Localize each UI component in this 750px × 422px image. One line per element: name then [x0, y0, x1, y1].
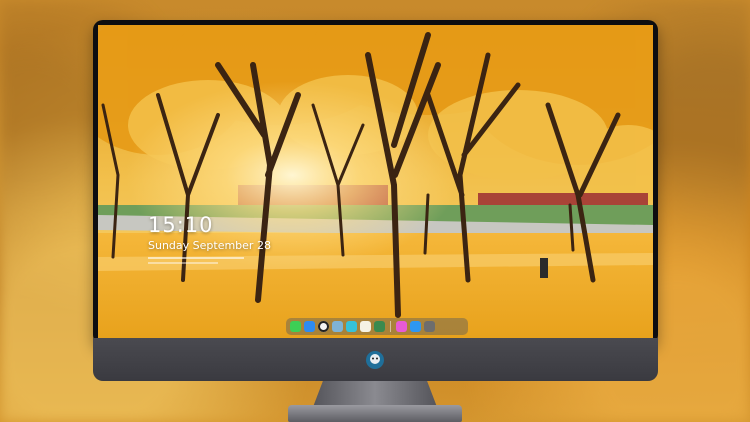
- preview-icon[interactable]: [332, 321, 343, 332]
- monitor-stand-neck: [313, 381, 437, 407]
- monitor-stand-base: [288, 405, 462, 422]
- clock-icon[interactable]: [318, 321, 329, 332]
- clapperboard-icon[interactable]: [346, 321, 357, 332]
- app-store-icon[interactable]: [410, 321, 421, 332]
- photos-icon[interactable]: [374, 321, 385, 332]
- finder-icon[interactable]: [304, 321, 315, 332]
- lock-screen-date: Sunday September 28: [148, 239, 271, 252]
- notes-icon[interactable]: [360, 321, 371, 332]
- itunes-icon[interactable]: [396, 321, 407, 332]
- camera-icon[interactable]: [424, 321, 435, 332]
- lock-screen-info: 15:10 Sunday September 28: [148, 215, 271, 264]
- brand-logo-icon: [366, 351, 384, 369]
- autumn-wallpaper: [98, 25, 653, 338]
- desktop-screen: 15:10 Sunday September 28: [98, 25, 653, 338]
- lock-screen-clock: 15:10: [148, 213, 214, 237]
- dock: [286, 318, 468, 335]
- lock-screen-hint-line: [148, 262, 218, 264]
- imac-monitor: 15:10 Sunday September 28: [93, 20, 658, 382]
- lock-screen-hint-line: [148, 257, 244, 259]
- messages-icon[interactable]: [290, 321, 301, 332]
- dock-separator: [390, 321, 391, 332]
